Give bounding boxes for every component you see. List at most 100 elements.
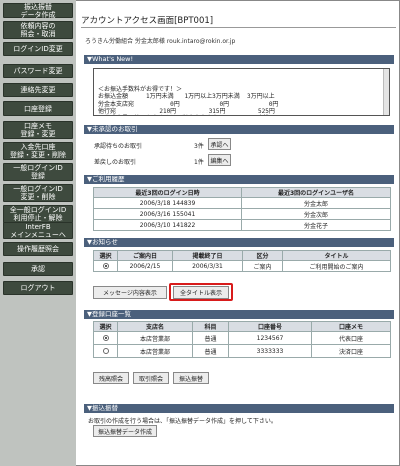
table-row: 本店営業部 普通 3333333 決済口座 xyxy=(93,344,391,358)
account-number: 1234567 xyxy=(228,331,312,345)
sidebar-item-approve[interactable]: 承認 xyxy=(3,262,73,276)
create-transfer-data-button[interactable]: 振込振替データ作成 xyxy=(93,425,157,437)
user-info: ろうきん労働組合 労金太郎様 rouk.intaro@rokin.or.jp xyxy=(85,38,236,45)
table-row: 2006/3/18 144839 労金太郎 xyxy=(93,197,391,209)
sidebar-item-label: 一般ログインID xyxy=(13,185,63,193)
sidebar-item-password-change[interactable]: パスワード変更 xyxy=(3,64,73,78)
column-header: 口座番号 xyxy=(228,321,312,332)
login-user: 労金太郎 xyxy=(241,197,391,209)
sidebar-item-request-inquiry[interactable]: 依頼内容の 照会・取消 xyxy=(3,21,73,39)
sidebar-item-label: パスワード変更 xyxy=(13,67,63,75)
page-title: アカウントアクセス画面[BPT001] xyxy=(81,14,396,28)
login-user: 労金次郎 xyxy=(241,208,391,220)
whats-new-text: ＜お振込手数料がお得です！＞ お振込金額 1万円未満 1万円以上3万円未満 3万… xyxy=(98,85,279,116)
sidebar-item-label: ログインID変更 xyxy=(13,45,63,53)
accounts-table: 選択 支店名 科目 口座番号 口座メモ 本店営業部 普通 1234567 代表口… xyxy=(93,321,391,358)
sidebar-item-label: 登録・変更 xyxy=(20,130,56,138)
sidebar-item-logout[interactable]: ログアウト xyxy=(3,281,73,295)
sidebar-item-label: 全一般ログインID xyxy=(9,206,67,214)
login-user: 労金花子 xyxy=(241,219,391,231)
show-message-button[interactable]: メッセージ内容表示 xyxy=(93,286,167,299)
sidebar-item-label: 承認 xyxy=(31,265,45,273)
radio-button[interactable] xyxy=(102,335,109,341)
table-row: 本店営業部 普通 1234567 代表口座 xyxy=(93,331,391,345)
section-heading-whats-new: ▼What's New! xyxy=(84,55,394,64)
account-memo: 代表口座 xyxy=(311,331,391,345)
show-all-titles-button[interactable]: 全タイトル表示 xyxy=(173,286,229,299)
sidebar-item-label: 操作履歴照会 xyxy=(17,245,59,253)
select-cell xyxy=(93,331,118,345)
sidebar-item-label: 入金先口座 xyxy=(20,143,56,151)
sidebar-item-label: 振込振替 xyxy=(24,2,52,11)
sidebar-item-label: 登録 xyxy=(31,172,45,180)
table-row: 2006/3/10 141822 労金花子 xyxy=(93,219,391,231)
sidebar-item-label: 照会・取消 xyxy=(20,30,56,38)
unapproved-label: 承認待ちのお取引 xyxy=(94,143,143,150)
sidebar-item-general-id-change[interactable]: 一般ログインID 変更・削除 xyxy=(3,184,73,202)
column-header: 選択 xyxy=(93,250,118,261)
table-row: 2006/2/15 2006/3/31 ご案内 ご利用開始のご案内 xyxy=(93,260,391,272)
section-heading-history: ▼ご利用履歴 xyxy=(84,175,394,184)
transfer-button[interactable]: 振込振替 xyxy=(173,372,209,384)
sidebar-item-label: InterFB xyxy=(25,222,51,231)
column-header: 最近3回のログインユーザ名 xyxy=(241,187,391,198)
account-type: 普通 xyxy=(192,344,229,358)
approve-button[interactable]: 承認へ xyxy=(208,138,231,150)
sidebar-item-label: 利用停止・解除 xyxy=(13,214,63,222)
sidebar-item-label: 連絡先変更 xyxy=(20,86,56,94)
sidebar-item-general-id-suspend[interactable]: 全一般ログインID 利用停止・解除 xyxy=(3,205,73,223)
sidebar-item-main-menu[interactable]: InterFB メインメニューへ xyxy=(3,222,73,239)
returned-label: 差戻しのお取引 xyxy=(94,159,137,166)
radio-button[interactable] xyxy=(102,348,109,354)
notice-end-date: 2006/3/31 xyxy=(172,260,243,272)
column-header: 支店名 xyxy=(117,321,193,332)
radio-button[interactable] xyxy=(102,263,109,269)
login-datetime: 2006/3/10 141822 xyxy=(93,219,242,231)
column-header: 口座メモ xyxy=(311,321,391,332)
notice-title: ご利用開始のご案内 xyxy=(282,260,391,272)
select-cell xyxy=(93,260,118,272)
sidebar-item-general-id-register[interactable]: 一般ログインID 登録 xyxy=(3,163,73,181)
sidebar-item-label: 登録・変更・削除 xyxy=(10,151,66,159)
sidebar-item-account-memo[interactable]: 口座メモ 登録・変更 xyxy=(3,121,73,139)
account-memo: 決済口座 xyxy=(311,344,391,358)
scrollbar[interactable] xyxy=(383,69,389,115)
branch-name: 本店営業部 xyxy=(117,331,193,345)
login-datetime: 2006/3/18 144839 xyxy=(93,197,242,209)
select-cell xyxy=(93,344,118,358)
sidebar-item-operation-history[interactable]: 操作履歴照会 xyxy=(3,242,73,256)
section-heading-notices: ▼お知らせ xyxy=(84,238,394,247)
account-number: 3333333 xyxy=(228,344,312,358)
notice-date: 2006/2/15 xyxy=(117,260,173,272)
section-heading-accounts: ▼登録口座一覧 xyxy=(84,310,394,319)
transfer-instruction: お取引の作成を行う場合は、「振込振替データ作成」を押して下さい。 xyxy=(88,418,277,425)
sidebar-item-label: 変更・削除 xyxy=(20,193,56,201)
sidebar: 振込振替 データ作成 依頼内容の 照会・取消 ログインID変更 パスワード変更 連絡… xyxy=(0,0,76,466)
login-history-table: 最近3回のログイン日時 最近3回のログインユーザ名 2006/3/18 1448… xyxy=(93,187,391,231)
sidebar-item-transfer-create[interactable]: 振込振替 データ作成 xyxy=(3,2,73,19)
returned-count: 1件 xyxy=(194,159,204,166)
column-header: 選択 xyxy=(93,321,118,332)
sidebar-item-label: 一般ログインID xyxy=(13,164,63,172)
transaction-inquiry-button[interactable]: 取引照会 xyxy=(133,372,169,384)
sidebar-item-account-register[interactable]: 口座登録 xyxy=(3,101,73,116)
branch-name: 本店営業部 xyxy=(117,344,193,358)
section-heading-unapproved: ▼未承認のお取引 xyxy=(84,125,394,134)
balance-inquiry-button[interactable]: 残高照会 xyxy=(93,372,129,384)
sidebar-item-login-id-change[interactable]: ログインID変更 xyxy=(3,42,73,56)
sidebar-item-label: メインメニューへ xyxy=(10,230,66,239)
column-header: 区分 xyxy=(242,250,283,261)
column-header: 科目 xyxy=(192,321,229,332)
sidebar-item-label: ログアウト xyxy=(20,284,56,292)
notice-category: ご案内 xyxy=(242,260,283,272)
sidebar-item-contact-change[interactable]: 連絡先変更 xyxy=(3,83,73,97)
column-header: 掲載終了日 xyxy=(172,250,243,261)
edit-button[interactable]: 編集へ xyxy=(208,154,231,166)
sidebar-item-payee-account[interactable]: 入金先口座 登録・変更・削除 xyxy=(3,142,73,160)
whats-new-textbox[interactable]: ＜お振込手数料がお得です！＞ お振込金額 1万円未満 1万円以上3万円未満 3万… xyxy=(93,68,390,116)
sidebar-item-label: 口座メモ xyxy=(24,122,52,130)
unapproved-count: 3件 xyxy=(194,143,204,150)
main-content: アカウントアクセス画面[BPT001] ろうきん労働組合 労金太郎様 rouk.… xyxy=(81,0,397,466)
column-header: ご案内日 xyxy=(117,250,173,261)
account-type: 普通 xyxy=(192,331,229,345)
